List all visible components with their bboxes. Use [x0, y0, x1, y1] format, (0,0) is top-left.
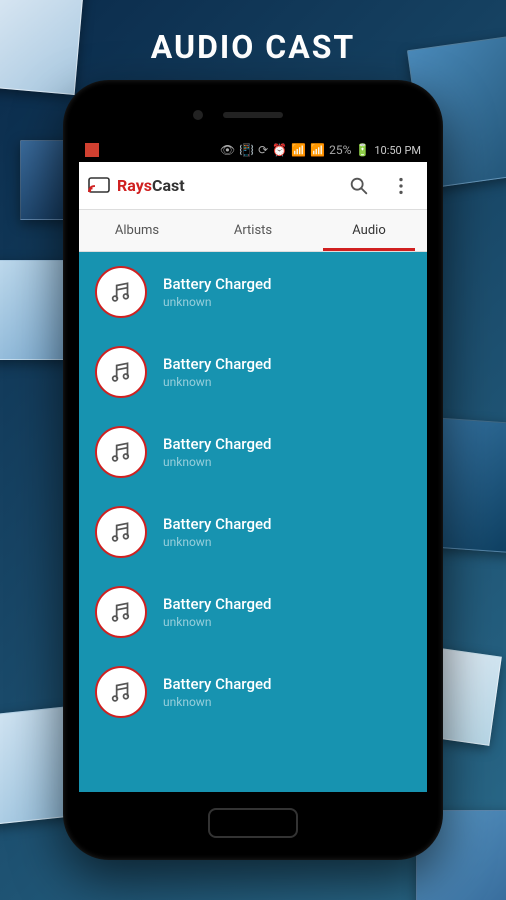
eye-off-icon: 👁 [220, 143, 235, 157]
search-button[interactable] [341, 168, 377, 204]
list-item[interactable]: Battery Charged unknown [79, 652, 427, 732]
app-title-rays: Rays [117, 176, 152, 195]
app-bar: RaysCast [79, 162, 427, 210]
wifi-icon: 📶 [291, 143, 306, 157]
item-title: Battery Charged [163, 675, 271, 693]
search-icon [348, 175, 370, 197]
item-subtitle: unknown [163, 615, 271, 629]
item-title: Battery Charged [163, 355, 271, 373]
sync-icon: ⟳ [258, 143, 268, 157]
signal-icon: 📶 [310, 143, 325, 157]
home-button[interactable] [208, 808, 298, 838]
tab-artists[interactable]: Artists [195, 210, 311, 251]
status-bar: 👁 📳 ⟳ ⏰ 📶 📶 25% 🔋 10:50 PM [79, 138, 427, 162]
music-note-icon [95, 666, 147, 718]
tab-albums[interactable]: Albums [79, 210, 195, 251]
item-title: Battery Charged [163, 275, 271, 293]
tab-bar: Albums Artists Audio [79, 210, 427, 252]
music-note-icon [95, 506, 147, 558]
list-item[interactable]: Battery Charged unknown [79, 412, 427, 492]
notification-icon [85, 143, 99, 157]
item-subtitle: unknown [163, 295, 271, 309]
app-title: RaysCast [117, 176, 185, 195]
audio-list[interactable]: Battery Charged unknown Battery Charged … [79, 252, 427, 792]
item-title: Battery Charged [163, 515, 271, 533]
more-vert-icon [390, 175, 412, 197]
music-note-icon [95, 266, 147, 318]
item-title: Battery Charged [163, 435, 271, 453]
status-time: 10:50 PM [374, 144, 421, 157]
alarm-icon: ⏰ [272, 143, 287, 157]
tab-label: Albums [115, 223, 159, 238]
music-note-icon [95, 586, 147, 638]
tab-audio[interactable]: Audio [311, 210, 427, 251]
vibrate-icon: 📳 [239, 143, 254, 157]
item-subtitle: unknown [163, 375, 271, 389]
phone-sensor [193, 110, 203, 120]
tab-label: Artists [234, 223, 272, 238]
music-note-icon [95, 346, 147, 398]
music-note-icon [95, 426, 147, 478]
app-title-cast: Cast [152, 176, 185, 195]
phone-speaker [223, 112, 283, 118]
item-title: Battery Charged [163, 595, 271, 613]
page-title: AUDIO CAST [0, 0, 506, 66]
battery-percent: 25% [329, 143, 351, 157]
list-item[interactable]: Battery Charged unknown [79, 572, 427, 652]
screen: 👁 📳 ⟳ ⏰ 📶 📶 25% 🔋 10:50 PM [79, 138, 427, 792]
cast-icon[interactable] [87, 174, 111, 198]
item-subtitle: unknown [163, 695, 271, 709]
phone-frame: 👁 📳 ⟳ ⏰ 📶 📶 25% 🔋 10:50 PM [63, 80, 443, 860]
battery-icon: 🔋 [355, 143, 370, 157]
item-subtitle: unknown [163, 455, 271, 469]
tab-label: Audio [352, 223, 385, 238]
overflow-menu-button[interactable] [383, 168, 419, 204]
list-item[interactable]: Battery Charged unknown [79, 492, 427, 572]
list-item[interactable]: Battery Charged unknown [79, 252, 427, 332]
item-subtitle: unknown [163, 535, 271, 549]
list-item[interactable]: Battery Charged unknown [79, 332, 427, 412]
